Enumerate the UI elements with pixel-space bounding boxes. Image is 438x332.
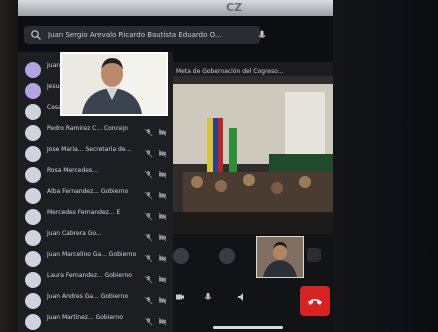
camera-off-icon: [158, 275, 167, 284]
chat-button[interactable]: [219, 248, 235, 264]
avatar: [25, 104, 41, 120]
participant-name: Laura Fernandez... Gobierno: [47, 272, 132, 279]
meeting-title: Meta de Gobernación del Cogreso...: [176, 68, 284, 75]
thumbnail-portrait: [257, 237, 303, 277]
camera-toggle-icon[interactable]: [175, 292, 185, 302]
camera-off-icon: [158, 149, 167, 158]
participant-name: Juan Andres Ga... Gobierno: [47, 293, 129, 300]
participant-name: Mercedes Fernandez... E: [47, 209, 121, 216]
avatar: [25, 188, 41, 204]
search-input[interactable]: [48, 28, 244, 42]
camera-off-icon: [158, 128, 167, 137]
main-video-stage[interactable]: [173, 62, 333, 234]
camera-off-icon: [158, 191, 167, 200]
home-indicator: [213, 326, 283, 329]
mic-off-icon: [144, 296, 153, 305]
mic-off-icon: [144, 128, 153, 137]
camera-off-icon: [158, 170, 167, 179]
participants-button[interactable]: [173, 248, 189, 264]
participant-name: Juan Martinez... Gobierno: [47, 314, 123, 321]
avatar: [25, 293, 41, 309]
avatar: [25, 83, 41, 99]
mic-off-icon: [144, 254, 153, 263]
avatar: [25, 272, 41, 288]
video-call-window: CZ Juan...Jesus...Cesar...Pedro Ramirez …: [0, 0, 438, 332]
camera-off-icon: [158, 296, 167, 305]
left-bezel: [0, 0, 18, 332]
camera-off-icon: [158, 212, 167, 221]
participant-name: Juan Marcelino Ga... Gobierno: [47, 251, 137, 258]
end-call-button[interactable]: [300, 286, 330, 316]
call-controls-bar: [173, 234, 333, 332]
mic-icon[interactable]: [256, 29, 268, 41]
participant-name: Rosa Mercedes...: [47, 167, 98, 174]
mic-toggle-icon[interactable]: [203, 292, 213, 302]
participant-row[interactable]: Juan Martinez... Gobierno: [18, 310, 173, 332]
assembly-hall-scene: [173, 62, 333, 234]
remote-participant-thumbnail[interactable]: [256, 236, 304, 278]
search-icon: [31, 30, 41, 40]
participant-name: Alba Fernandez... Gobierno: [47, 188, 129, 195]
mic-off-icon: [144, 233, 153, 242]
right-bezel: [333, 0, 438, 332]
avatar: [25, 314, 41, 330]
participant-name: Pedro Ramirez C... Concejo: [47, 125, 128, 132]
avatar: [25, 209, 41, 225]
mic-off-icon: [144, 275, 153, 284]
camera-off-icon: [158, 233, 167, 242]
participant-name: Juan Cabrera Go...: [47, 230, 102, 237]
camera-off-icon: [158, 317, 167, 326]
window-mark: CZ: [226, 1, 243, 14]
mic-off-icon: [144, 170, 153, 179]
avatar: [25, 62, 41, 78]
camera-off-icon: [158, 254, 167, 263]
participant-search-bar[interactable]: [24, 26, 266, 44]
avatar: [25, 167, 41, 183]
participant-name: Jose Maria... Secretaria de...: [47, 146, 132, 153]
mic-off-icon: [144, 149, 153, 158]
end-call-icon: [308, 299, 322, 305]
avatar: [25, 125, 41, 141]
pinned-speaker-video[interactable]: [60, 52, 168, 116]
mic-off-icon: [144, 191, 153, 200]
avatar: [25, 251, 41, 267]
mic-off-icon: [144, 212, 153, 221]
speaker-portrait: [62, 54, 166, 114]
speaker-icon[interactable]: [237, 292, 247, 302]
avatar: [25, 230, 41, 246]
avatar: [25, 146, 41, 162]
more-options-button[interactable]: [307, 248, 321, 262]
mic-off-icon: [144, 317, 153, 326]
